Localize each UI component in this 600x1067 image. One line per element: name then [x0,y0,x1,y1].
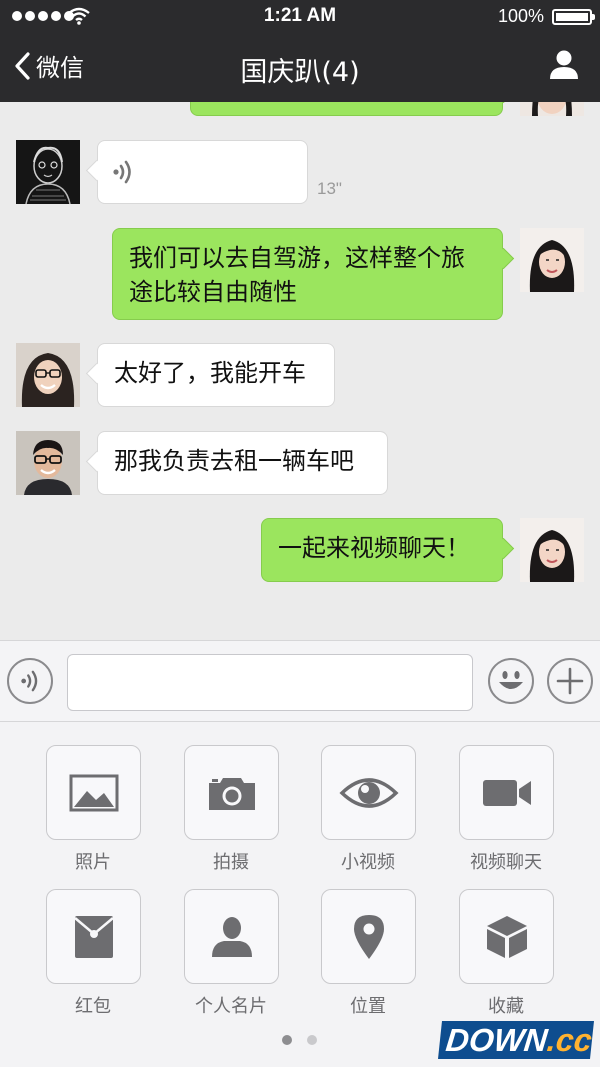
avatar-glasses-woman[interactable] [16,343,80,407]
message-bubble-partial[interactable] [190,102,503,116]
navigation-bar: 微信 国庆趴(4) [0,34,600,102]
contact-card-tile[interactable] [184,889,279,984]
photo-tile[interactable] [46,745,141,840]
camera-tile[interactable] [184,745,279,840]
favorites-label: 收藏 [488,996,524,1017]
top-bar: 1:21 AM 100% 微信 国庆趴(4) [0,0,600,102]
cube-icon [486,915,527,958]
input-bar [0,640,600,722]
favorites-tile[interactable] [459,889,554,984]
message-bubble-sent[interactable]: 一起来视频聊天！ [261,518,503,582]
chat-title: 国庆趴(4) [240,57,360,88]
person-icon [550,50,578,79]
message-line: 我们可以去自驾游，这样整个旅 [129,244,465,272]
eye-icon [338,777,399,808]
camera-label: 拍摄 [213,852,249,873]
location-pin-icon [353,914,384,959]
message-line: 途比较自由随性 [129,278,297,306]
location-label: 位置 [350,996,386,1017]
voice-duration: 13" [317,179,342,198]
short-video-label: 小视频 [341,852,395,873]
status-bar: 1:21 AM 100% [0,0,600,34]
camera-icon [208,777,255,810]
person-icon [211,916,252,957]
message-text: 那我负责去租一辆车吧 [114,447,354,475]
chat-info-button[interactable] [548,48,580,84]
message-bubble-sent[interactable]: 我们可以去自驾游，这样整个旅 途比较自由随性 [112,228,503,320]
avatar-me[interactable] [520,102,584,116]
voice-wave-icon [21,670,38,692]
message-bubble-received[interactable]: 太好了，我能开车 [97,343,335,407]
red-envelope-tile[interactable] [46,889,141,984]
watermark-suffix: .cc [545,1022,594,1058]
message-text: 一起来视频聊天！ [278,534,470,562]
battery-icon [552,9,595,25]
watermark-main: DOWN [444,1022,550,1058]
emoji-button[interactable] [488,658,534,704]
avatar-sketch[interactable] [16,140,80,204]
avatar-glasses-man[interactable] [16,431,80,495]
red-envelope-icon [73,915,114,958]
photo-icon [69,774,118,811]
contact-card-label: 个人名片 [195,996,267,1017]
voice-input-button[interactable] [7,658,53,704]
voice-message-bubble[interactable] [97,140,308,204]
avatar-me[interactable] [520,518,584,582]
page-dot-active[interactable] [282,1035,292,1045]
avatar-me[interactable] [520,228,584,292]
message-input[interactable] [67,654,473,711]
smiley-icon [499,671,523,689]
more-actions-panel: 照片 拍摄 小视频 视频聊天 红包 个人名片 位置 收藏 [0,722,600,1067]
video-chat-label: 视频聊天 [470,852,542,873]
photo-label: 照片 [75,852,111,873]
message-bubble-received[interactable]: 那我负责去租一辆车吧 [97,431,388,495]
video-chat-tile[interactable] [459,745,554,840]
battery-percentage: 100% [497,6,544,26]
more-actions-button[interactable] [547,658,593,704]
message-list[interactable]: 13" 我们可以去自驾游，这样整个旅 途比较自由随性 太好了，我能开车 那我负责… [0,102,600,640]
red-envelope-label: 红包 [75,996,111,1017]
voice-wave-icon [113,160,131,184]
down-cc-watermark: DOWN.cc [438,1021,594,1059]
location-tile[interactable] [321,889,416,984]
video-camera-icon [482,779,531,806]
message-text: 太好了，我能开车 [114,359,306,387]
short-video-tile[interactable] [321,745,416,840]
page-dot[interactable] [307,1035,317,1045]
plus-icon [556,667,584,695]
voice-duration-partial [152,102,157,114]
